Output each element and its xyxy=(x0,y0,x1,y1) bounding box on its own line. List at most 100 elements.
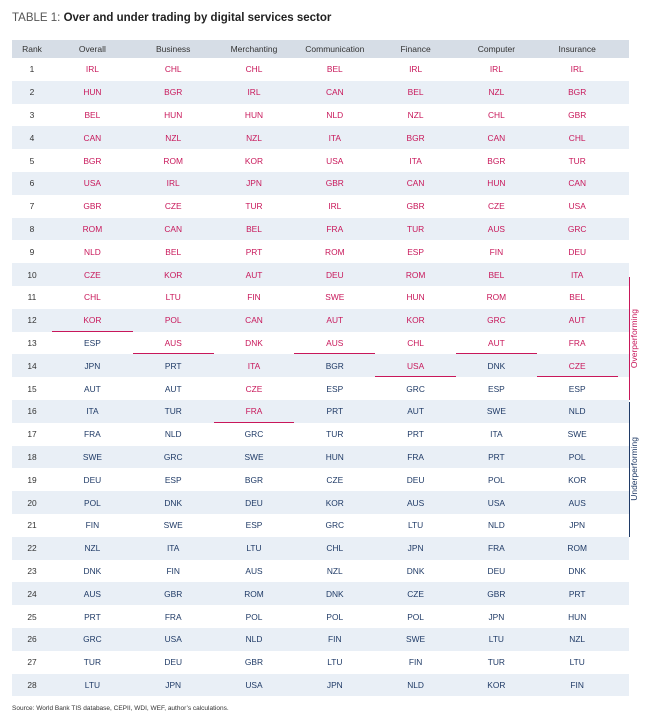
country-cell-insurance: JPN xyxy=(569,520,586,531)
country-cell-computer: JPN xyxy=(488,611,505,622)
country-cell-merchanting: FRA xyxy=(213,400,295,423)
country-cell-computer: ROM xyxy=(486,292,507,303)
country-cell-computer: CZE xyxy=(488,201,505,212)
country-cell-finance: GBR xyxy=(406,201,425,212)
country-cell-overall: NZL xyxy=(84,543,101,554)
country-cell-business: ESP xyxy=(164,474,182,485)
rank-cell: 12 xyxy=(27,315,37,326)
table-label: TABLE 1: xyxy=(12,12,61,24)
country-cell-overall: LTU xyxy=(84,679,100,690)
country-cell-overall: ROM xyxy=(82,223,103,234)
country-cell-overall: IRL xyxy=(85,64,99,75)
country-cell-communication: CHL xyxy=(326,543,344,554)
country-cell-business: LTU xyxy=(165,292,181,303)
country-cell-finance: AUS xyxy=(406,497,425,508)
country-cell-business: DEU xyxy=(164,657,183,668)
country-cell-finance: HUN xyxy=(406,292,425,303)
country-cell-computer: TUR xyxy=(487,657,505,668)
table-row: 24 AUS GBR ROM DNK CZE GBR PRT xyxy=(12,582,629,606)
country-cell-business: FIN xyxy=(166,565,180,576)
country-cell-merchanting: ITA xyxy=(247,360,261,371)
rank-cell: 1 xyxy=(29,64,35,75)
country-cell-overall: ITA xyxy=(86,406,99,417)
country-cell-insurance: USA xyxy=(568,201,586,212)
country-cell-communication: AUS xyxy=(294,332,375,355)
country-cell-overall: USA xyxy=(83,178,102,189)
country-cell-computer: BGR xyxy=(487,155,506,166)
country-cell-finance: DEU xyxy=(406,474,425,485)
rank-cell: 17 xyxy=(27,429,37,440)
country-cell-insurance: LTU xyxy=(569,657,585,668)
country-cell-communication: SWE xyxy=(325,292,345,303)
country-cell-business: PRT xyxy=(164,360,182,371)
country-cell-finance: JPN xyxy=(407,543,424,554)
country-cell-communication: FRA xyxy=(326,223,344,234)
table-row: 14 JPN PRT ITA BGR USA DNK CZE xyxy=(12,354,629,378)
country-cell-communication: HUN xyxy=(325,451,344,462)
rank-cell: 28 xyxy=(27,679,37,690)
country-cell-communication: BGR xyxy=(325,360,344,371)
header-merchanting: Merchanting xyxy=(230,44,278,54)
country-cell-finance: ESP xyxy=(407,246,424,257)
header-overall: Overall xyxy=(78,44,106,54)
rank-cell: 16 xyxy=(27,406,37,417)
country-cell-business: HUN xyxy=(164,109,183,120)
country-cell-communication: KOR xyxy=(325,497,344,508)
rank-cell: 19 xyxy=(27,474,37,485)
country-cell-computer: AUS xyxy=(487,223,505,234)
country-cell-overall: CHL xyxy=(84,292,101,303)
country-cell-overall: CZE xyxy=(84,269,101,280)
country-cell-finance: BEL xyxy=(407,87,424,98)
country-cell-overall: HUN xyxy=(83,87,102,98)
overperforming-label: Overperforming xyxy=(629,308,639,368)
country-cell-overall: GBR xyxy=(83,201,102,212)
country-cell-insurance: HUN xyxy=(568,611,587,622)
country-cell-business: BEL xyxy=(165,246,182,257)
table-title: TABLE 1: Over and under trading by digit… xyxy=(12,12,331,24)
table-row: 11 CHL LTU FIN SWE HUN ROM BEL xyxy=(12,286,629,309)
rank-cell: 9 xyxy=(29,246,35,257)
country-cell-computer: ITA xyxy=(490,429,503,440)
country-cell-insurance: KOR xyxy=(568,474,587,485)
country-cell-merchanting: TUR xyxy=(245,201,263,212)
table-row: 12 KOR POL CAN AUT KOR GRC AUT xyxy=(12,308,629,332)
country-cell-merchanting: GBR xyxy=(244,657,264,668)
country-cell-insurance: CAN xyxy=(568,178,587,189)
source-note: Source: World Bank TIS database, CEPII, … xyxy=(12,705,229,712)
rank-cell: 26 xyxy=(27,634,37,645)
country-cell-overall: SWE xyxy=(82,451,102,462)
table-row: 23 DNK FIN AUS NZL DNK DEU DNK xyxy=(12,560,629,583)
country-cell-merchanting: NLD xyxy=(245,634,263,645)
country-cell-overall: AUT xyxy=(84,383,101,394)
country-cell-merchanting: HUN xyxy=(244,109,264,120)
country-cell-communication: PRT xyxy=(326,406,344,417)
rank-cell: 23 xyxy=(27,565,37,576)
country-cell-business: BGR xyxy=(164,87,183,98)
country-cell-computer: CHL xyxy=(488,109,505,120)
country-cell-overall: PRT xyxy=(84,611,101,622)
country-cell-business: CHL xyxy=(164,64,182,75)
country-cell-communication: DEU xyxy=(325,269,344,280)
rank-cell: 6 xyxy=(29,178,35,189)
country-cell-computer: IRL xyxy=(489,64,503,75)
table-row: 26 GRC USA NLD FIN SWE LTU NZL xyxy=(12,627,629,651)
country-cell-merchanting: CZE xyxy=(245,383,263,394)
rank-cell: 22 xyxy=(27,543,37,554)
country-cell-computer: AUT xyxy=(455,332,537,355)
country-cell-merchanting: PRT xyxy=(245,246,263,257)
country-cell-merchanting: SWE xyxy=(244,451,264,462)
country-cell-business: KOR xyxy=(164,269,183,280)
country-cell-insurance: NZL xyxy=(569,634,586,645)
country-cell-overall: TUR xyxy=(83,657,101,668)
country-cell-communication: GBR xyxy=(325,178,344,189)
header-communication: Communication xyxy=(305,44,365,54)
country-cell-computer: USA xyxy=(487,497,505,508)
country-cell-insurance: AUT xyxy=(568,315,586,326)
country-cell-business: ITA xyxy=(166,543,180,554)
table-header-row: Rank Overall Business Merchanting Communicat… xyxy=(12,40,629,58)
country-cell-business: GRC xyxy=(163,451,183,462)
country-cell-computer: SWE xyxy=(486,406,506,417)
table-row: 20 POL DNK DEU KOR AUS USA AUS xyxy=(12,491,629,514)
table-row: 7 GBR CZE TUR IRL GBR CZE USA xyxy=(12,195,629,218)
country-cell-business: AUS xyxy=(132,332,214,355)
